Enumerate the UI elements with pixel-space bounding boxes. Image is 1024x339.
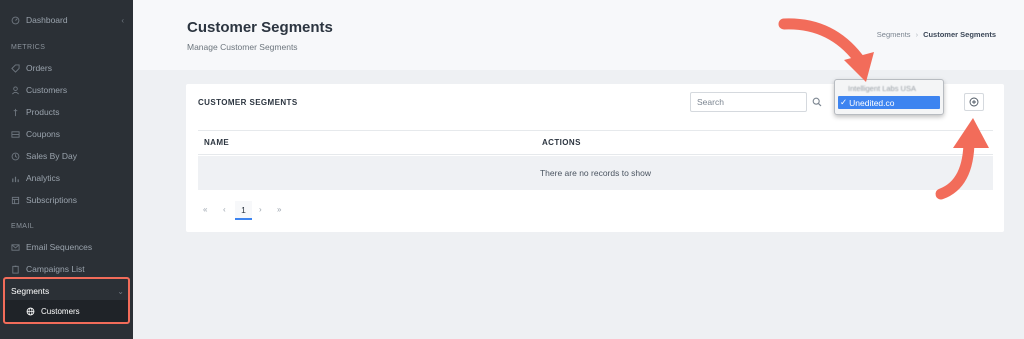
check-icon: ✓ <box>840 97 848 107</box>
sidebar-item-analytics[interactable]: Analytics <box>0 168 133 188</box>
segments-highlight-box <box>3 277 130 324</box>
sidebar-item-coupons[interactable]: Coupons <box>0 124 133 144</box>
sidebar-item-products[interactable]: Products <box>0 102 133 122</box>
plus-circle-icon <box>969 97 979 107</box>
store-option-label: Unedited.co <box>849 97 895 108</box>
column-header-actions: ACTIONS <box>542 138 581 147</box>
pagination-prev[interactable]: ‹ <box>223 205 226 214</box>
sidebar-item-label: Subscriptions <box>26 195 78 205</box>
sidebar-item-dashboard[interactable]: Dashboard <box>0 10 133 30</box>
dashboard-icon <box>11 16 20 25</box>
section-metrics: METRICS <box>11 44 46 51</box>
sidebar-item-label: Email Sequences <box>26 242 93 252</box>
card-title: CUSTOMER SEGMENTS <box>198 98 298 107</box>
sidebar-item-label: Products <box>26 107 60 117</box>
pagination-next[interactable]: › <box>259 205 262 214</box>
annotation-arrow-icon <box>778 18 874 82</box>
sidebar-item-label: Sales By Day <box>26 151 78 161</box>
coupon-icon <box>11 130 20 139</box>
sidebar-item-label: Analytics <box>26 173 61 183</box>
sidebar-item-label: Campaigns List <box>26 264 85 274</box>
breadcrumb-link-segments[interactable]: Segments <box>877 30 911 39</box>
sidebar-item-subscriptions[interactable]: Subscriptions <box>0 190 133 210</box>
pagination-current-page[interactable]: 1 <box>235 201 252 220</box>
page-title: Customer Segments <box>187 19 333 36</box>
chevron-right-icon: › <box>915 30 919 39</box>
annotation-arrow-icon <box>935 118 989 200</box>
products-icon <box>11 108 20 117</box>
tag-icon <box>11 63 20 73</box>
page-subtitle: Manage Customer Segments <box>187 42 298 52</box>
pagination-last[interactable]: » <box>277 205 281 214</box>
analytics-icon <box>11 174 20 183</box>
customers-icon <box>11 85 20 95</box>
empty-table-message: There are no records to show <box>198 156 993 190</box>
section-email: EMAIL <box>11 223 35 230</box>
breadcrumb: Segments › Customer Segments <box>877 30 996 39</box>
subscriptions-icon <box>11 196 20 205</box>
sidebar-item-label: Dashboard <box>26 15 68 25</box>
email-icon <box>11 243 20 252</box>
sidebar-item-label: Coupons <box>26 129 61 139</box>
sidebar-item-customers[interactable]: Customers <box>0 80 133 100</box>
pagination-first[interactable]: « <box>203 205 207 214</box>
column-header-name[interactable]: NAME <box>204 138 229 147</box>
sidebar-item-sales-by-day[interactable]: Sales By Day <box>0 146 133 166</box>
sidebar-item-label: Orders <box>26 63 52 73</box>
sidebar-item-campaigns-list[interactable]: Campaigns List <box>0 259 133 279</box>
sidebar: Dashboard ‹ METRICS Orders Customers Pro… <box>0 0 133 339</box>
clipboard-icon <box>11 265 20 274</box>
chevron-left-icon[interactable]: ‹ <box>121 10 124 30</box>
breadcrumb-current: Customer Segments <box>923 30 996 39</box>
table-header <box>198 130 993 155</box>
sidebar-item-email-sequences[interactable]: Email Sequences <box>0 237 133 257</box>
search-icon[interactable] <box>812 97 822 107</box>
clock-icon <box>11 152 20 161</box>
sidebar-item-orders[interactable]: Orders <box>0 58 133 78</box>
sidebar-item-label: Customers <box>26 85 68 95</box>
search-input[interactable] <box>690 92 807 112</box>
